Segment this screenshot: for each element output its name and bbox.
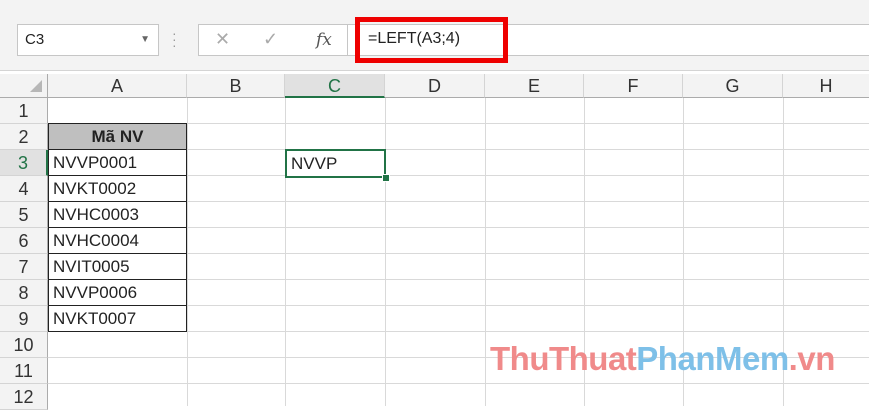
dropdown-arrow-icon[interactable]: ▼ [140,25,150,55]
name-box[interactable]: C3 ▼ [17,24,159,56]
fill-handle[interactable] [382,174,390,182]
select-all-icon [30,80,42,92]
fx-icon[interactable]: fx [316,30,332,50]
watermark-logo: ThuThuatPhanMem.vn [490,340,835,378]
row-header-6[interactable]: 6 [0,228,48,254]
column-header-h[interactable]: H [783,74,869,98]
cell-a2-header[interactable]: Mã NV [48,123,187,150]
row-header-3[interactable]: 3 [0,150,48,176]
row-header-5[interactable]: 5 [0,202,48,228]
row-header-2[interactable]: 2 [0,124,48,150]
cell-a9[interactable]: NVKT0007 [48,305,187,332]
watermark-part2: PhanMem [636,340,789,377]
column-header-b[interactable]: B [187,74,285,98]
column-header-c[interactable]: C [285,74,385,98]
row-header-11[interactable]: 11 [0,358,48,384]
cancel-icon[interactable]: ✕ [215,29,230,50]
column-header-d[interactable]: D [385,74,485,98]
active-cell-c3[interactable]: NVVP [285,149,386,178]
watermark-part1: ThuThuat [490,340,637,377]
cell-a6[interactable]: NVHC0004 [48,227,187,254]
gridline [187,98,188,406]
cell-a4[interactable]: NVKT0002 [48,175,187,202]
name-box-value: C3 [25,31,45,48]
row-header-1[interactable]: 1 [0,98,48,124]
row-header-10[interactable]: 10 [0,332,48,358]
cell-a8[interactable]: NVVP0006 [48,279,187,306]
cell-a5[interactable]: NVHC0003 [48,201,187,228]
gridline [385,98,386,406]
row-header-7[interactable]: 7 [0,254,48,280]
row-header-4[interactable]: 4 [0,176,48,202]
column-header-f[interactable]: F [584,74,683,98]
gridline [285,98,286,406]
column-header-a[interactable]: A [48,74,187,98]
formula-buttons: ✕ ✓ fx [198,24,348,56]
drag-handle-icon[interactable]: · · · [172,26,177,52]
watermark-part3: .vn [788,340,836,377]
row-header-9[interactable]: 9 [0,306,48,332]
row-header-12[interactable]: 12 [0,384,48,410]
column-header-e[interactable]: E [485,74,584,98]
cell-a3[interactable]: NVVP0001 [48,149,187,176]
cell-a7[interactable]: NVIT0005 [48,253,187,280]
gridline [48,383,869,384]
gridline [485,98,486,406]
column-header-g[interactable]: G [683,74,783,98]
enter-icon[interactable]: ✓ [263,29,278,50]
formula-highlight-box [355,17,508,63]
row-header-8[interactable]: 8 [0,280,48,306]
